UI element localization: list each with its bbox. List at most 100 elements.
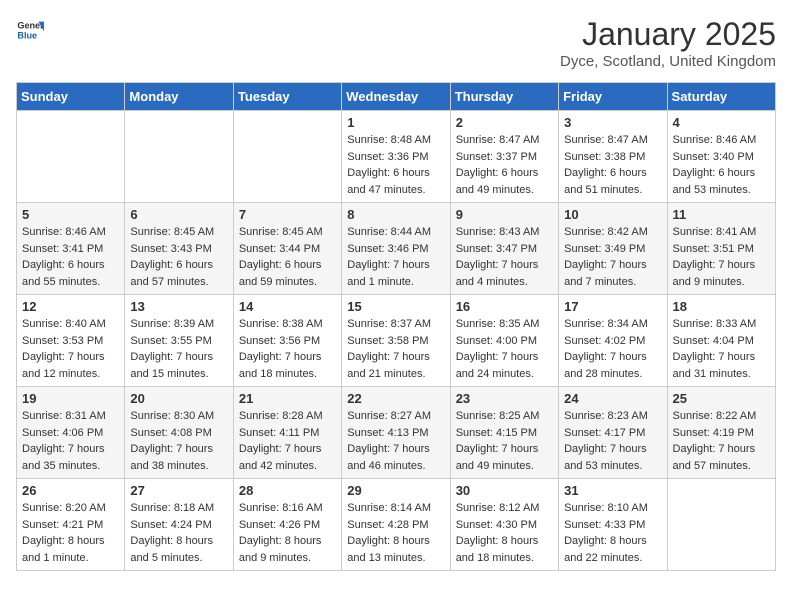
calendar-cell: 6 Sunrise: 8:45 AM Sunset: 3:43 PM Daylig…	[125, 203, 233, 295]
calendar-cell: 4 Sunrise: 8:46 AM Sunset: 3:40 PM Daylig…	[667, 111, 775, 203]
day-info: Sunrise: 8:30 AM Sunset: 4:08 PM Dayligh…	[130, 408, 227, 474]
calendar-cell: 13 Sunrise: 8:39 AM Sunset: 3:55 PM Dayli…	[125, 295, 233, 387]
day-info: Sunrise: 8:45 AM Sunset: 3:43 PM Dayligh…	[130, 224, 227, 290]
day-number: 30	[456, 483, 553, 498]
calendar-cell: 8 Sunrise: 8:44 AM Sunset: 3:46 PM Daylig…	[342, 203, 450, 295]
calendar-cell: 7 Sunrise: 8:45 AM Sunset: 3:44 PM Daylig…	[233, 203, 341, 295]
day-info: Sunrise: 8:39 AM Sunset: 3:55 PM Dayligh…	[130, 316, 227, 382]
day-number: 20	[130, 391, 227, 406]
day-number: 21	[239, 391, 336, 406]
title-area: January 2025 Dyce, Scotland, United King…	[560, 16, 776, 70]
day-info: Sunrise: 8:31 AM Sunset: 4:06 PM Dayligh…	[22, 408, 119, 474]
calendar-cell: 30 Sunrise: 8:12 AM Sunset: 4:30 PM Dayli…	[450, 479, 558, 571]
day-number: 18	[673, 299, 770, 314]
day-number: 14	[239, 299, 336, 314]
calendar-cell: 1Sunrise: 8:48 AM Sunset: 3:36 PM Daylig…	[342, 111, 450, 203]
day-number: 28	[239, 483, 336, 498]
day-info: Sunrise: 8:38 AM Sunset: 3:56 PM Dayligh…	[239, 316, 336, 382]
location-title: Dyce, Scotland, United Kingdom	[560, 53, 776, 70]
calendar-cell: 11 Sunrise: 8:41 AM Sunset: 3:51 PM Dayli…	[667, 203, 775, 295]
day-info: Sunrise: 8:42 AM Sunset: 3:49 PM Dayligh…	[564, 224, 661, 290]
day-number: 7	[239, 207, 336, 222]
calendar-cell: 2Sunrise: 8:47 AM Sunset: 3:37 PM Daylig…	[450, 111, 558, 203]
day-info: Sunrise: 8:18 AM Sunset: 4:24 PM Dayligh…	[130, 500, 227, 566]
day-number: 5	[22, 207, 119, 222]
calendar-cell: 24 Sunrise: 8:23 AM Sunset: 4:17 PM Dayli…	[559, 387, 667, 479]
day-number: 3	[564, 115, 661, 130]
day-number: 29	[347, 483, 444, 498]
day-info: Sunrise: 8:20 AM Sunset: 4:21 PM Dayligh…	[22, 500, 119, 566]
day-info: Sunrise: 8:46 AM Sunset: 3:40 PM Dayligh…	[673, 132, 770, 198]
day-info: Sunrise: 8:45 AM Sunset: 3:44 PM Dayligh…	[239, 224, 336, 290]
calendar-cell: 12 Sunrise: 8:40 AM Sunset: 3:53 PM Dayli…	[17, 295, 125, 387]
day-info: Sunrise: 8:41 AM Sunset: 3:51 PM Dayligh…	[673, 224, 770, 290]
day-info: Sunrise: 8:34 AM Sunset: 4:02 PM Dayligh…	[564, 316, 661, 382]
day-header-wednesday: Wednesday	[342, 83, 450, 111]
day-info: Sunrise: 8:27 AM Sunset: 4:13 PM Dayligh…	[347, 408, 444, 474]
calendar-cell: 3 Sunrise: 8:47 AM Sunset: 3:38 PM Daylig…	[559, 111, 667, 203]
day-header-tuesday: Tuesday	[233, 83, 341, 111]
day-info: Sunrise: 8:23 AM Sunset: 4:17 PM Dayligh…	[564, 408, 661, 474]
calendar-cell: 19 Sunrise: 8:31 AM Sunset: 4:06 PM Dayli…	[17, 387, 125, 479]
day-info: Sunrise: 8:25 AM Sunset: 4:15 PM Dayligh…	[456, 408, 553, 474]
calendar-cell: 16 Sunrise: 8:35 AM Sunset: 4:00 PM Dayli…	[450, 295, 558, 387]
day-number: 24	[564, 391, 661, 406]
calendar-cell: 5 Sunrise: 8:46 AM Sunset: 3:41 PM Daylig…	[17, 203, 125, 295]
calendar-cell: 18 Sunrise: 8:33 AM Sunset: 4:04 PM Dayli…	[667, 295, 775, 387]
day-number: 9	[456, 207, 553, 222]
day-number: 6	[130, 207, 227, 222]
day-number: 25	[673, 391, 770, 406]
day-info: Sunrise: 8:10 AM Sunset: 4:33 PM Dayligh…	[564, 500, 661, 566]
day-header-friday: Friday	[559, 83, 667, 111]
day-number: 13	[130, 299, 227, 314]
day-info: Sunrise: 8:47 AM Sunset: 3:38 PM Dayligh…	[564, 132, 661, 198]
calendar-cell: 23 Sunrise: 8:25 AM Sunset: 4:15 PM Dayli…	[450, 387, 558, 479]
calendar-cell: 14 Sunrise: 8:38 AM Sunset: 3:56 PM Dayli…	[233, 295, 341, 387]
logo-icon: General Blue	[16, 16, 44, 44]
day-number: 27	[130, 483, 227, 498]
calendar-cell: 28Sunrise: 8:16 AM Sunset: 4:26 PM Dayli…	[233, 479, 341, 571]
month-title: January 2025	[560, 16, 776, 53]
calendar-cell	[17, 111, 125, 203]
calendar-cell: 20 Sunrise: 8:30 AM Sunset: 4:08 PM Dayli…	[125, 387, 233, 479]
calendar-cell: 15Sunrise: 8:37 AM Sunset: 3:58 PM Dayli…	[342, 295, 450, 387]
svg-text:Blue: Blue	[17, 30, 37, 40]
day-info: Sunrise: 8:35 AM Sunset: 4:00 PM Dayligh…	[456, 316, 553, 382]
calendar-cell: 29Sunrise: 8:14 AM Sunset: 4:28 PM Dayli…	[342, 479, 450, 571]
day-info: Sunrise: 8:47 AM Sunset: 3:37 PM Dayligh…	[456, 132, 553, 198]
header: General Blue January 2025 Dyce, Scotland…	[16, 16, 776, 70]
calendar-cell	[125, 111, 233, 203]
day-number: 15	[347, 299, 444, 314]
day-number: 19	[22, 391, 119, 406]
calendar-table: SundayMondayTuesdayWednesdayThursdayFrid…	[16, 82, 776, 571]
day-info: Sunrise: 8:22 AM Sunset: 4:19 PM Dayligh…	[673, 408, 770, 474]
day-number: 11	[673, 207, 770, 222]
day-number: 17	[564, 299, 661, 314]
day-number: 16	[456, 299, 553, 314]
day-info: Sunrise: 8:12 AM Sunset: 4:30 PM Dayligh…	[456, 500, 553, 566]
day-info: Sunrise: 8:46 AM Sunset: 3:41 PM Dayligh…	[22, 224, 119, 290]
calendar-cell: 21 Sunrise: 8:28 AM Sunset: 4:11 PM Dayli…	[233, 387, 341, 479]
day-info: Sunrise: 8:40 AM Sunset: 3:53 PM Dayligh…	[22, 316, 119, 382]
day-header-saturday: Saturday	[667, 83, 775, 111]
calendar-cell: 27 Sunrise: 8:18 AM Sunset: 4:24 PM Dayli…	[125, 479, 233, 571]
day-info: Sunrise: 8:44 AM Sunset: 3:46 PM Dayligh…	[347, 224, 444, 290]
calendar-cell: 9 Sunrise: 8:43 AM Sunset: 3:47 PM Daylig…	[450, 203, 558, 295]
day-info: Sunrise: 8:33 AM Sunset: 4:04 PM Dayligh…	[673, 316, 770, 382]
day-number: 10	[564, 207, 661, 222]
calendar-cell	[233, 111, 341, 203]
logo: General Blue	[16, 16, 44, 44]
calendar-cell: 25 Sunrise: 8:22 AM Sunset: 4:19 PM Dayli…	[667, 387, 775, 479]
day-number: 26	[22, 483, 119, 498]
day-number: 31	[564, 483, 661, 498]
day-info: Sunrise: 8:28 AM Sunset: 4:11 PM Dayligh…	[239, 408, 336, 474]
day-number: 4	[673, 115, 770, 130]
day-number: 12	[22, 299, 119, 314]
calendar-cell: 26 Sunrise: 8:20 AM Sunset: 4:21 PM Dayli…	[17, 479, 125, 571]
day-number: 22	[347, 391, 444, 406]
day-number: 23	[456, 391, 553, 406]
day-info: Sunrise: 8:43 AM Sunset: 3:47 PM Dayligh…	[456, 224, 553, 290]
day-number: 8	[347, 207, 444, 222]
calendar-cell: 31 Sunrise: 8:10 AM Sunset: 4:33 PM Dayli…	[559, 479, 667, 571]
day-header-sunday: Sunday	[17, 83, 125, 111]
